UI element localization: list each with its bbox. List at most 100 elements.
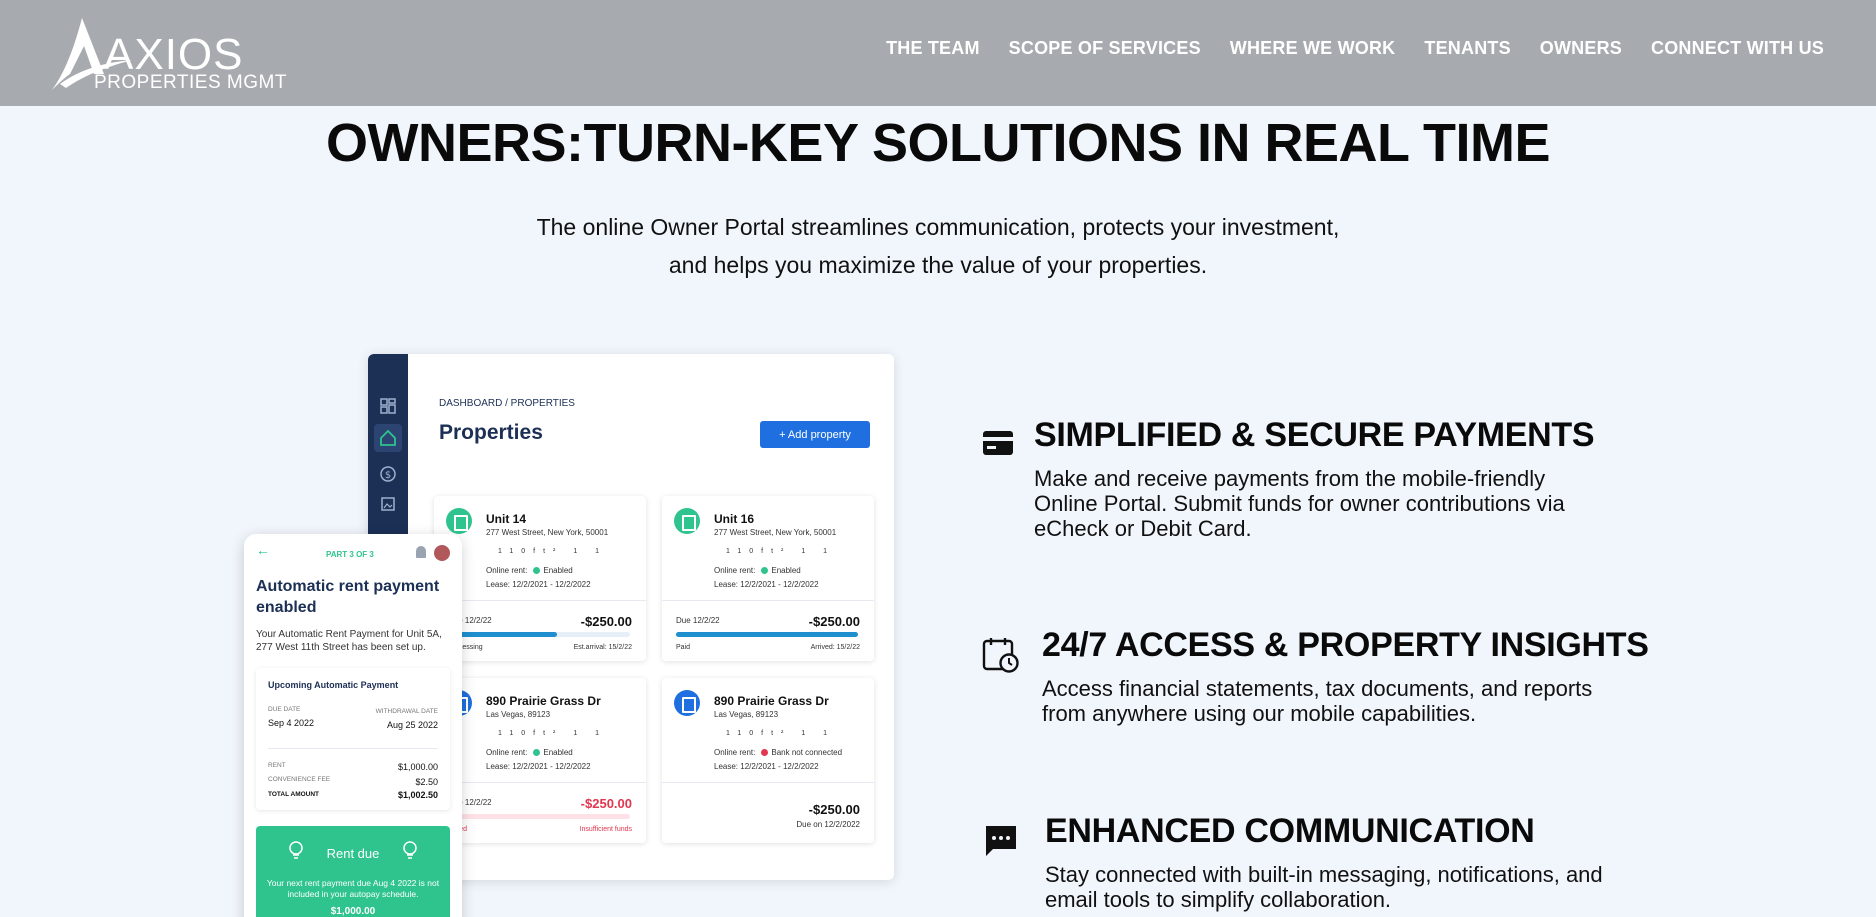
- progress-fill: [676, 632, 858, 637]
- divider: [662, 600, 874, 601]
- feature-title: 24/7 ACCESS & PROPERTY INSIGHTS: [1042, 626, 1649, 664]
- property-name: 890 Prairie Grass Dr: [714, 694, 829, 708]
- online-rent-status: Bank not connected: [771, 748, 843, 757]
- bell-icon[interactable]: [416, 546, 426, 558]
- hero-subtitle-line-2: and helps you maximize the value of your…: [668, 252, 1208, 278]
- main-nav: THE TEAM SCOPE OF SERVICES WHERE WE WORK…: [886, 38, 1824, 59]
- property-card[interactable]: Unit 16 277 West Street, New York, 50001…: [662, 496, 874, 661]
- status-dot: [533, 567, 541, 575]
- property-name: Unit 14: [486, 512, 527, 526]
- property-card[interactable]: 890 Prairie Grass Dr Las Vegas, 89123 11…: [434, 678, 646, 843]
- total-label: TOTAL AMOUNT: [268, 791, 320, 798]
- nav-connect-with-us[interactable]: CONNECT WITH US: [1651, 38, 1824, 59]
- property-address: 277 West Street, New York, 50001: [714, 528, 837, 537]
- nav-tenants[interactable]: TENANTS: [1424, 38, 1510, 59]
- due-date-label: DUE DATE: [268, 706, 301, 713]
- upcoming-payment-box: Upcoming Automatic Payment DUE DATE Sep …: [256, 668, 450, 810]
- withdrawal-label: WITHDRAWAL DATE: [375, 708, 438, 715]
- online-rent-label: Online rent:: [714, 566, 756, 575]
- breadcrumb: DASHBOARD / PROPERTIES: [439, 398, 575, 409]
- nav-where-we-work[interactable]: WHERE WE WORK: [1230, 38, 1396, 59]
- grid-icon: [380, 398, 396, 414]
- feature-body: Stay connected with built-in messaging, …: [1045, 862, 1603, 912]
- lease-row: Lease: 12/2/2021 - 12/2/2022: [486, 580, 591, 589]
- property-card[interactable]: 890 Prairie Grass Dr Las Vegas, 89123 11…: [662, 678, 874, 843]
- lease-dates: 12/2/2021 - 12/2/2022: [740, 762, 819, 771]
- progress-fill: [448, 632, 558, 637]
- rent-label: RENT: [268, 762, 286, 769]
- fee-value: $2.50: [415, 777, 438, 787]
- due-date: Due on 12/2/2022: [796, 820, 860, 829]
- due-date-value: Sep 4 2022: [268, 718, 315, 728]
- page-title: OWNERS:TURN-KEY SOLUTIONS IN REAL TIME: [325, 113, 1551, 173]
- payment-progress: [676, 632, 858, 637]
- feature-body: Access financial statements, tax documen…: [1042, 676, 1593, 726]
- payment-progress: [448, 632, 630, 637]
- hero-subtitle: The online Owner Portal streamlines comm…: [438, 208, 1438, 284]
- back-arrow-icon[interactable]: ←: [256, 542, 270, 558]
- property-address: Las Vegas, 89123: [714, 710, 779, 719]
- lease-label: Lease:: [486, 762, 511, 771]
- feature-title: ENHANCED COMMUNICATION: [1045, 812, 1535, 850]
- property-card[interactable]: Unit 14 277 West Street, New York, 50001…: [434, 496, 646, 661]
- online-rent-row: Online rent: Enabled: [486, 566, 573, 575]
- status-dot: [533, 749, 541, 757]
- divider: [268, 748, 438, 749]
- payment-amount: -$250.00: [808, 614, 860, 629]
- feature-title: SIMPLIFIED & SECURE PAYMENTS: [1034, 416, 1595, 454]
- lease-row: Lease: 12/2/2021 - 12/2/2022: [714, 762, 819, 771]
- lease-dates: 12/2/2021 - 12/2/2022: [512, 580, 591, 589]
- online-rent-status: Enabled: [543, 566, 573, 575]
- nav-scope-of-services[interactable]: SCOPE OF SERVICES: [1009, 38, 1201, 59]
- payment-arrival: Arrived: 15/2/22: [810, 644, 860, 651]
- online-rent-status: Enabled: [771, 566, 801, 575]
- building-icon: [446, 508, 472, 534]
- nav-owners[interactable]: OWNERS: [1540, 38, 1622, 59]
- feature-body: Make and receive payments from the mobil…: [1034, 466, 1565, 541]
- online-rent-label: Online rent:: [486, 748, 528, 757]
- home-icon: [380, 429, 396, 446]
- rent-due-amount: $1,000.00: [330, 906, 376, 917]
- lease-dates: 12/2/2021 - 12/2/2022: [740, 580, 819, 589]
- payment-progress: [448, 814, 630, 819]
- avatar[interactable]: [434, 545, 450, 561]
- image-icon: [381, 497, 395, 511]
- sidebar-active-item: [374, 424, 402, 452]
- divider: [434, 782, 646, 783]
- rent-value: $1,000.00: [397, 762, 438, 772]
- property-meta: 110ft² 1 1: [498, 730, 608, 737]
- calendar-clock-icon: [982, 638, 1019, 673]
- online-rent-row: Online rent: Enabled: [486, 748, 573, 757]
- property-meta: 110ft² 1 1: [726, 548, 836, 555]
- payment-status: Paid: [676, 644, 691, 651]
- logo[interactable]: AXIOS PROPERTIES MGMT: [52, 16, 292, 96]
- due-date: Due 12/2/22: [676, 616, 720, 625]
- site-header: AXIOS PROPERTIES MGMT THE TEAM SCOPE OF …: [0, 0, 1876, 106]
- status-dot: [761, 567, 769, 575]
- payment-amount: -$250.00: [808, 802, 860, 817]
- lease-row: Lease: 12/2/2021 - 12/2/2022: [486, 762, 591, 771]
- box-title: Upcoming Automatic Payment: [268, 680, 399, 690]
- building-icon: [674, 508, 700, 534]
- lease-label: Lease:: [486, 580, 511, 589]
- property-address: 277 West Street, New York, 50001: [486, 528, 609, 537]
- property-address: Las Vegas, 89123: [486, 710, 551, 719]
- total-value: $1,002.50: [397, 790, 438, 800]
- chat-icon: [986, 826, 1016, 856]
- withdrawal-value: Aug 25 2022: [386, 720, 438, 730]
- nav-the-team[interactable]: THE TEAM: [886, 38, 980, 59]
- divider: [662, 782, 874, 783]
- payment-amount: -$250.00: [580, 796, 632, 811]
- property-meta: 110ft² 1 1: [726, 730, 836, 737]
- rent-due-title: Rent due: [326, 846, 380, 861]
- add-property-button[interactable]: + Add property: [760, 421, 870, 448]
- property-name: 890 Prairie Grass Dr: [486, 694, 601, 708]
- rent-due-banner[interactable]: Rent due Your next rent payment due Aug …: [256, 826, 450, 917]
- rent-due-description: Your next rent payment due Aug 4 2022 is…: [266, 878, 440, 899]
- online-rent-row: Online rent: Enabled: [714, 566, 801, 575]
- lease-label: Lease:: [714, 762, 739, 771]
- phone-description: Your Automatic Rent Payment for Unit 5A,…: [256, 629, 442, 653]
- payment-arrival: Est.arrival: 15/2/22: [573, 644, 632, 651]
- online-rent-row: Online rent: Bank not connected: [714, 748, 842, 757]
- online-rent-label: Online rent:: [486, 566, 528, 575]
